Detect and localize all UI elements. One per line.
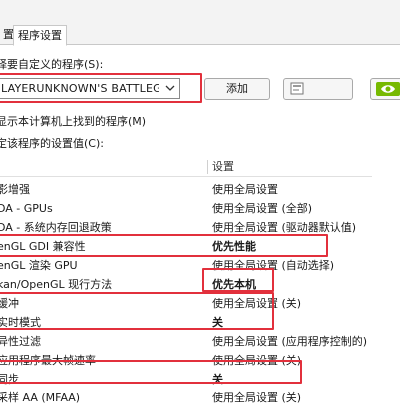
row-setting: 使用全局设置 (驱动器默认值) xyxy=(212,221,357,234)
row-setting: 关 xyxy=(212,373,223,386)
row-feature: enGL 渲染 GPU xyxy=(0,259,78,272)
row-setting: 使用全局设置 (关) xyxy=(212,297,302,310)
header-separator xyxy=(207,160,208,174)
table-row[interactable]: enGL 渲染 GPU 使用全局设置 (自动选择) xyxy=(0,256,372,275)
row-setting: 优先本机 xyxy=(212,278,256,291)
table-row[interactable]: kan/OpenGL 现行方法 优先本机 xyxy=(0,275,372,294)
row-setting: 使用全局设置 (自动选择) xyxy=(212,259,335,272)
table-row[interactable]: DA - GPUs 使用全局设置 (全部) xyxy=(0,199,372,218)
row-feature: 实时模式 xyxy=(0,316,41,329)
row-feature: 缓冲 xyxy=(0,297,19,310)
row-feature: 应用程序最大帧速率 xyxy=(0,354,96,367)
show-programs-label[interactable]: 显示本计算机上找到的程序(M) xyxy=(0,113,146,129)
table-row[interactable]: 影增强 使用全局设置 xyxy=(0,180,372,199)
nvidia-button[interactable] xyxy=(370,78,400,100)
table-row[interactable]: 采样 AA (MFAA) 使用全局设置 (关) xyxy=(0,388,372,407)
row-feature: 同步 xyxy=(0,373,19,386)
row-feature: kan/OpenGL 现行方法 xyxy=(0,278,113,291)
row-setting: 优先性能 xyxy=(212,240,256,253)
nvidia-icon xyxy=(376,82,400,96)
window-top-strip xyxy=(0,0,400,22)
specify-settings-label: 定该程序的设置值(C): xyxy=(0,137,104,150)
row-feature: 采样 AA (MFAA) xyxy=(0,391,81,404)
chevron-down-icon xyxy=(165,85,175,91)
app-icon xyxy=(290,82,304,95)
add-button[interactable]: 添加 xyxy=(204,78,270,100)
select-program-label: 择要自定义的程序(S): xyxy=(0,58,104,71)
header-setting: 设置 xyxy=(212,160,234,173)
row-feature: 影增强 xyxy=(0,183,30,196)
table-row[interactable]: 实时模式 关 xyxy=(0,313,372,332)
table-row[interactable]: 异性过滤 使用全局设置 (应用程序控制的) xyxy=(0,332,372,351)
table-row[interactable]: 缓冲 使用全局设置 (关) xyxy=(0,294,372,313)
table-header: 设置 xyxy=(0,157,372,177)
row-setting: 使用全局设置 (关) xyxy=(212,391,302,404)
row-feature: DA - GPUs xyxy=(0,202,53,215)
row-setting: 使用全局设置 (全部) xyxy=(212,202,313,215)
row-feature: enGL GDI 兼容性 xyxy=(0,240,86,253)
table-row[interactable]: 同步 关 xyxy=(0,370,372,389)
row-setting: 关 xyxy=(212,316,223,329)
row-feature: DA - 系统内存回退政策 xyxy=(0,221,112,234)
tab-bar: 置 程序设置 xyxy=(0,22,400,46)
tab-program-settings[interactable]: 程序设置 xyxy=(13,25,67,46)
row-setting: 使用全局设置 xyxy=(212,183,278,196)
program-select[interactable]: LAYERUNKNOWN'S BATTLEGR... xyxy=(0,78,180,99)
row-setting: 使用全局设置 (关) xyxy=(212,354,302,367)
table-row[interactable]: 应用程序最大帧速率 使用全局设置 (关) xyxy=(0,351,372,370)
table-row[interactable]: DA - 系统内存回退政策 使用全局设置 (驱动器默认值) xyxy=(0,218,372,237)
settings-table: 设置 影增强 使用全局设置 DA - GPUs 使用全局设置 (全部) DA -… xyxy=(0,157,372,404)
table-row[interactable]: enGL GDI 兼容性 优先性能 xyxy=(0,237,372,256)
program-select-value: LAYERUNKNOWN'S BATTLEGR... xyxy=(1,82,159,95)
row-feature: 异性过滤 xyxy=(0,335,41,348)
remove-button[interactable] xyxy=(283,78,353,100)
row-setting: 使用全局设置 (应用程序控制的) xyxy=(212,335,368,348)
